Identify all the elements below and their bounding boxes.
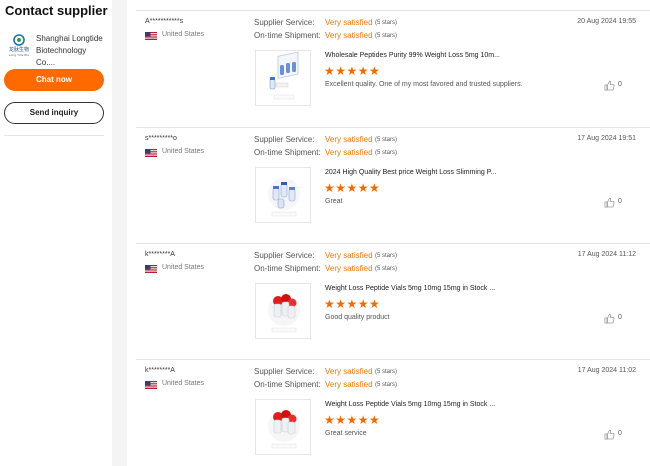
supplier-service-stars: (5 stars) bbox=[375, 369, 398, 375]
ontime-shipment-stars: (5 stars) bbox=[375, 266, 398, 272]
reviews-list: A***********s United States Supplier Ser… bbox=[127, 0, 650, 466]
us-flag-icon bbox=[145, 149, 157, 157]
svg-text:Long Tide Bio: Long Tide Bio bbox=[9, 53, 29, 57]
review-comment: Great bbox=[325, 198, 343, 205]
us-flag-icon bbox=[145, 32, 157, 40]
star-rating: ★★★★★ bbox=[324, 413, 381, 427]
thumbs-up-icon bbox=[604, 197, 615, 208]
product-thumbnail[interactable] bbox=[255, 50, 311, 106]
review-divider bbox=[136, 243, 650, 244]
supplier-service-label: Supplier Service: bbox=[254, 135, 315, 144]
supplier-logo: 龙肽生物 Long Tide Bio bbox=[5, 32, 33, 58]
supplier-service-rating: Very satisfied bbox=[325, 367, 373, 376]
product-link[interactable]: Weight Loss Peptide Vials 5mg 10mg 15mg … bbox=[325, 285, 495, 292]
review-divider bbox=[136, 127, 650, 128]
vials-box-icon bbox=[269, 51, 299, 100]
star-rating: ★★★★★ bbox=[324, 181, 381, 195]
ontime-shipment-stars: (5 stars) bbox=[375, 33, 398, 39]
reviewer-country: United States bbox=[145, 264, 235, 274]
review-comment: Great service bbox=[325, 430, 367, 437]
country-name: United States bbox=[162, 31, 205, 38]
ontime-shipment-stars: (5 stars) bbox=[375, 150, 398, 156]
helpful-button[interactable]: 0 bbox=[604, 197, 628, 209]
like-count: 0 bbox=[618, 314, 622, 321]
supplier-info[interactable]: 龙肽生物 Long Tide Bio Shanghai Longtide Bio… bbox=[5, 32, 105, 67]
reviewer-country: United States bbox=[145, 380, 235, 390]
ontime-shipment-stars: (5 stars) bbox=[375, 382, 398, 388]
red-vials-icon bbox=[268, 294, 300, 333]
review-item: k********A United States Supplier Servic… bbox=[127, 243, 650, 360]
supplier-service-rating: Very satisfied bbox=[325, 18, 373, 27]
ontime-shipment-label: On-time Shipment: bbox=[254, 380, 321, 389]
review-item: A***********s United States Supplier Ser… bbox=[127, 10, 650, 127]
product-link[interactable]: Wholesale Peptides Purity 99% Weight Los… bbox=[325, 52, 500, 59]
like-count: 0 bbox=[618, 430, 622, 437]
chat-now-button[interactable]: Chat now bbox=[4, 69, 104, 91]
reviewer-name: k********A bbox=[145, 367, 175, 374]
star-rating: ★★★★★ bbox=[324, 64, 381, 78]
supplier-service-label: Supplier Service: bbox=[254, 367, 315, 376]
supplier-service-rating: Very satisfied bbox=[325, 251, 373, 260]
supplier-service-stars: (5 stars) bbox=[375, 253, 398, 259]
reviewer-country: United States bbox=[145, 31, 235, 41]
ontime-shipment-rating: Very satisfied bbox=[325, 148, 373, 157]
product-link[interactable]: 2024 High Quality Best price Weight Loss… bbox=[325, 169, 496, 176]
send-inquiry-button[interactable]: Send inquiry bbox=[4, 102, 104, 124]
contact-supplier-title: Contact supplier bbox=[5, 3, 108, 18]
review-divider bbox=[136, 10, 650, 11]
like-count: 0 bbox=[618, 198, 622, 205]
review-item: k********A United States Supplier Servic… bbox=[127, 359, 650, 466]
helpful-button[interactable]: 0 bbox=[604, 80, 628, 92]
ontime-shipment-rating: Very satisfied bbox=[325, 31, 373, 40]
review-divider bbox=[136, 359, 650, 360]
review-date: 17 Aug 2024 19:51 bbox=[577, 135, 636, 142]
ontime-shipment-label: On-time Shipment: bbox=[254, 264, 321, 273]
reviewer-name: s*********o bbox=[145, 135, 177, 142]
product-thumbnail[interactable] bbox=[255, 167, 311, 223]
us-flag-icon bbox=[145, 265, 157, 273]
country-name: United States bbox=[162, 264, 205, 271]
supplier-service-stars: (5 stars) bbox=[375, 137, 398, 143]
product-thumbnail[interactable] bbox=[255, 399, 311, 455]
review-comment: Good quality product bbox=[325, 314, 390, 321]
country-name: United States bbox=[162, 380, 205, 387]
red-vials-icon bbox=[268, 410, 300, 449]
reviewer-name: k********A bbox=[145, 251, 175, 258]
review-comment: Excellent quality. One of my most favore… bbox=[325, 81, 523, 88]
ontime-shipment-rating: Very satisfied bbox=[325, 380, 373, 389]
reviewer-name: A***********s bbox=[145, 18, 184, 25]
ontime-shipment-rating: Very satisfied bbox=[325, 264, 373, 273]
helpful-button[interactable]: 0 bbox=[604, 429, 628, 441]
sidebar-divider bbox=[4, 135, 104, 136]
svg-text:龙肽生物: 龙肽生物 bbox=[9, 46, 29, 53]
helpful-button[interactable]: 0 bbox=[604, 313, 628, 325]
ontime-shipment-label: On-time Shipment: bbox=[254, 148, 321, 157]
supplier-name[interactable]: Shanghai Longtide Biotechnology Co.... bbox=[36, 33, 106, 69]
thumbs-up-icon bbox=[604, 429, 615, 440]
star-rating: ★★★★★ bbox=[324, 297, 381, 311]
contact-supplier-panel: Contact supplier 龙肽生物 Long Tide Bio Shan… bbox=[0, 0, 112, 466]
supplier-service-stars: (5 stars) bbox=[375, 20, 398, 26]
thumbs-up-icon bbox=[604, 313, 615, 324]
ontime-shipment-label: On-time Shipment: bbox=[254, 31, 321, 40]
product-link[interactable]: Weight Loss Peptide Vials 5mg 10mg 15mg … bbox=[325, 401, 495, 408]
review-date: 20 Aug 2024 19:55 bbox=[577, 18, 636, 25]
review-item: s*********o United States Supplier Servi… bbox=[127, 127, 650, 244]
like-count: 0 bbox=[618, 81, 622, 88]
review-date: 17 Aug 2024 11:12 bbox=[577, 251, 636, 258]
supplier-service-label: Supplier Service: bbox=[254, 18, 315, 27]
thumbs-up-icon bbox=[604, 80, 615, 91]
product-thumbnail[interactable] bbox=[255, 283, 311, 339]
supplier-service-rating: Very satisfied bbox=[325, 135, 373, 144]
reviewer-country: United States bbox=[145, 148, 235, 158]
blue-vials-icon bbox=[268, 178, 300, 217]
review-date: 17 Aug 2024 11:02 bbox=[577, 367, 636, 374]
supplier-service-label: Supplier Service: bbox=[254, 251, 315, 260]
us-flag-icon bbox=[145, 381, 157, 389]
country-name: United States bbox=[162, 148, 205, 155]
